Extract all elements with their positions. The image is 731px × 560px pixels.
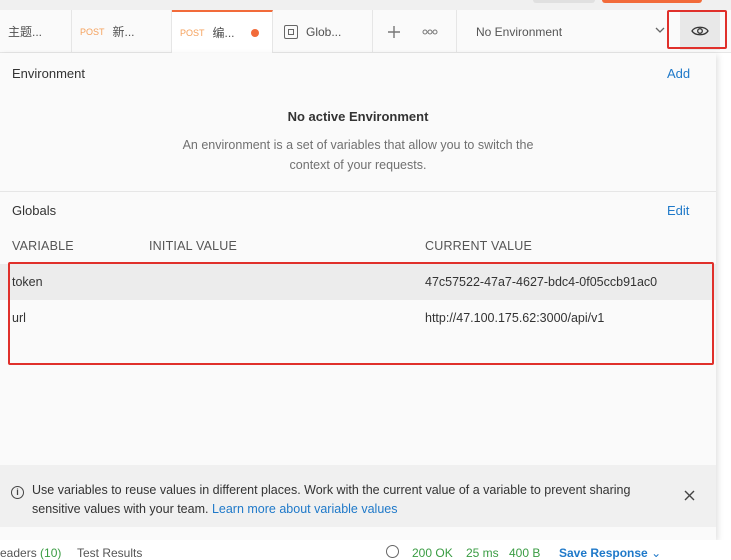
environment-select[interactable]: No Environment — [456, 10, 670, 53]
tab-globals[interactable]: Glob... — [273, 10, 373, 53]
add-environment-link[interactable]: Add — [667, 66, 690, 81]
tab-label: 编... — [212, 26, 235, 40]
response-size: 400 B — [509, 546, 541, 560]
eye-button-highlight — [667, 10, 727, 49]
column-header-initial-value: INITIAL VALUE — [149, 239, 238, 253]
globals-section-title: Globals — [12, 203, 57, 218]
tab-post-edit[interactable]: POST 编... — [172, 10, 273, 53]
tab-label: 主题... — [8, 25, 43, 39]
tab-post-new[interactable]: POST 新... — [72, 10, 172, 53]
globe-icon[interactable] — [386, 545, 399, 560]
status-code: 200 OK — [412, 546, 453, 560]
no-environment-title: No active Environment — [287, 109, 429, 124]
chevron-down-icon: ⌄ — [651, 546, 662, 560]
tab-test-results[interactable]: Test Results — [77, 546, 142, 560]
no-environment-description: An environment is a set of variables tha… — [182, 138, 534, 172]
ellipsis-icon — [422, 29, 438, 35]
globals-icon — [284, 24, 298, 39]
learn-more-link[interactable]: Learn more about variable values — [212, 502, 398, 516]
tab-headers[interactable]: eaders (10) — [0, 546, 61, 560]
column-header-current-value: CURRENT VALUE — [425, 239, 533, 253]
info-banner-text: Use variables to reuse values in differe… — [32, 481, 672, 519]
headers-label: eaders — [0, 546, 37, 560]
environment-quick-look-button[interactable] — [667, 10, 727, 50]
unsaved-dot-icon — [250, 28, 259, 37]
tab-label: 新... — [112, 25, 135, 39]
column-header-variable: VARIABLE — [12, 239, 74, 253]
environment-select-value: No Environment — [476, 24, 563, 39]
section-divider — [0, 191, 716, 192]
tab-topic[interactable]: 主题... — [0, 10, 72, 53]
save-response-label: Save Response — [559, 546, 648, 560]
new-tab-button[interactable] — [382, 20, 406, 44]
more-tabs-button[interactable] — [418, 20, 442, 44]
save-response-button[interactable]: Save Response ⌄ — [559, 546, 661, 560]
chevron-down-icon — [655, 27, 665, 33]
tab-method: POST — [80, 26, 105, 37]
response-bar: eaders (10) Test Results 200 OK 25 ms 40… — [0, 540, 731, 560]
globals-rows-highlight — [8, 262, 714, 365]
plus-icon — [388, 26, 400, 38]
environment-section-title: Environment — [12, 66, 85, 81]
tab-label: Glob... — [306, 24, 342, 39]
info-icon: i — [11, 486, 24, 499]
info-banner: i Use variables to reuse values in diffe… — [0, 465, 716, 527]
edit-globals-link[interactable]: Edit — [667, 203, 689, 218]
top-strip — [0, 0, 731, 10]
top-primary-button[interactable] — [602, 0, 702, 3]
response-time: 25 ms — [466, 546, 499, 560]
request-tab-bar: 主题... POST 新... POST 编... Glob... No Env… — [0, 10, 731, 53]
headers-count: (10) — [40, 546, 62, 560]
environment-quick-look-panel: Environment Add No active Environment An… — [0, 53, 716, 540]
close-icon — [684, 490, 695, 501]
tab-method: POST — [180, 27, 205, 38]
close-banner-button[interactable] — [684, 489, 695, 505]
top-toolbar-button[interactable] — [533, 0, 595, 3]
